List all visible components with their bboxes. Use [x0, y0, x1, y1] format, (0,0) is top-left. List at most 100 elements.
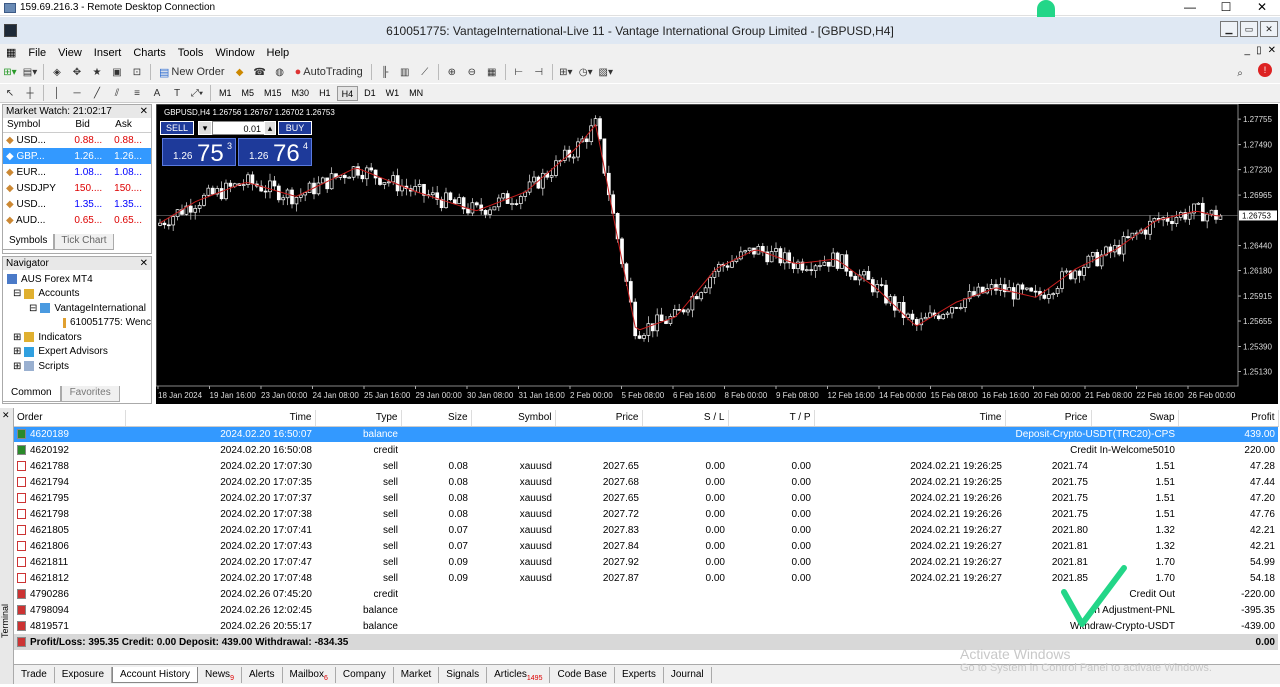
channel-icon[interactable]: ⫽	[108, 84, 126, 102]
history-row[interactable]: 4621805 2024.02.20 17:07:41 sell 0.07 xau…	[14, 522, 1278, 538]
history-col-header[interactable]: Profit	[1178, 410, 1279, 427]
sell-price-box[interactable]: 1.26 75 3	[162, 138, 236, 167]
history-col-header[interactable]: Price	[1005, 410, 1092, 427]
tab-news[interactable]: News9	[198, 666, 242, 683]
col-symbol[interactable]: Symbol	[3, 118, 72, 133]
menu-file[interactable]: File	[22, 47, 52, 59]
tab-symbols[interactable]: Symbols	[2, 234, 55, 250]
tf-h1[interactable]: H1	[315, 86, 335, 101]
arrows-icon[interactable]: ⤢▾	[188, 84, 206, 102]
line-chart-icon[interactable]: ⟋	[416, 63, 434, 81]
history-row[interactable]: 4620189 2024.02.20 16:50:07 balance Depos…	[14, 426, 1278, 442]
expand-icon[interactable]: ⊞	[13, 346, 21, 357]
nav-item-scripts[interactable]: ⊞ Scripts	[3, 359, 151, 374]
mdi-close-icon[interactable]: ✕	[1268, 45, 1276, 56]
tf-d1[interactable]: D1	[360, 86, 380, 101]
history-row[interactable]: 4621794 2024.02.20 17:07:35 sell 0.08 xau…	[14, 474, 1278, 490]
market-watch-row[interactable]: ◆ EUR... 1.08... 1.08...	[3, 164, 151, 180]
autoscroll-icon[interactable]: ⊢	[510, 63, 528, 81]
history-col-header[interactable]: Price	[555, 410, 643, 427]
lot-up-icon[interactable]: ▴	[264, 121, 276, 135]
maximize-button[interactable]: ☐	[1208, 0, 1244, 14]
tab-experts[interactable]: Experts	[615, 666, 664, 683]
close-button[interactable]: ✕	[1244, 0, 1280, 14]
market-watch-row[interactable]: ◆ USD... 1.35... 1.35...	[3, 196, 151, 212]
window-minimize-button[interactable]: ▁	[1220, 21, 1238, 37]
menu-window[interactable]: Window	[209, 47, 260, 59]
menu-tools[interactable]: Tools	[172, 47, 210, 59]
tf-h4[interactable]: H4	[336, 85, 359, 101]
autotrading-button[interactable]: ● AutoTrading	[291, 63, 367, 81]
bar-chart-icon[interactable]: ╟	[376, 63, 394, 81]
periods-icon[interactable]: ◷▾	[577, 63, 595, 81]
indicators-icon[interactable]: ⊞▾	[557, 63, 575, 81]
history-col-header[interactable]: Time	[814, 410, 1006, 427]
nav-item-server[interactable]: ⊟ VantageInternational	[3, 301, 151, 316]
tab-market[interactable]: Market	[394, 666, 440, 683]
signals-icon[interactable]: ◍	[271, 63, 289, 81]
history-row[interactable]: 4621798 2024.02.20 17:07:38 sell 0.08 xau…	[14, 506, 1278, 522]
tab-journal[interactable]: Journal	[664, 666, 712, 683]
search-icon[interactable]: ⌕	[1231, 64, 1249, 82]
history-row[interactable]: 4621788 2024.02.20 17:07:30 sell 0.08 xau…	[14, 458, 1278, 474]
tab-account-history[interactable]: Account History	[112, 666, 199, 683]
tab-trade[interactable]: Trade	[14, 666, 55, 683]
market-watch-row[interactable]: ◆ USD... 0.88... 0.88...	[3, 132, 151, 148]
history-row[interactable]: 4620192 2024.02.20 16:50:08 credit Credit…	[14, 442, 1278, 458]
profiles-icon[interactable]: ▤▾	[21, 63, 39, 81]
crosshair-icon[interactable]: ┼	[21, 84, 39, 102]
close-icon[interactable]: ✕	[140, 105, 148, 118]
menu-insert[interactable]: Insert	[88, 47, 128, 59]
terminal-icon[interactable]: ▣	[108, 63, 126, 81]
horizontal-line-icon[interactable]: ─	[68, 84, 86, 102]
collapse-icon[interactable]: ⊟	[29, 303, 37, 314]
vertical-line-icon[interactable]: │	[48, 84, 66, 102]
trendline-icon[interactable]: ╱	[88, 84, 106, 102]
window-restore-button[interactable]: ▭	[1240, 21, 1258, 37]
menu-view[interactable]: View	[52, 47, 88, 59]
close-icon[interactable]: ✕	[140, 257, 148, 270]
buy-button[interactable]: BUY	[278, 121, 312, 135]
menu-charts[interactable]: Charts	[127, 47, 171, 59]
new-chart-icon[interactable]: ⊞▾	[1, 63, 19, 81]
tile-windows-icon[interactable]: ▦	[483, 63, 501, 81]
history-col-header[interactable]: Time	[125, 410, 316, 427]
tab-code-base[interactable]: Code Base	[550, 666, 615, 683]
candles-icon[interactable]: ▥	[396, 63, 414, 81]
market-watch-icon[interactable]: ◈	[48, 63, 66, 81]
menu-help[interactable]: Help	[261, 47, 296, 59]
strategy-tester-icon[interactable]: ⊡	[128, 63, 146, 81]
text-icon[interactable]: A	[148, 84, 166, 102]
collapse-icon[interactable]: ⊟	[13, 288, 21, 299]
lot-size-input[interactable]: 0.01	[212, 121, 266, 135]
price-chart[interactable]: 1.27755 1.27490 1.27230 1.26965 1.26753 1.264…	[156, 104, 1278, 404]
tab-mailbox[interactable]: Mailbox6	[283, 666, 336, 683]
text-label-icon[interactable]: T	[168, 84, 186, 102]
sell-button[interactable]: SELL	[160, 121, 194, 135]
mdi-minimize-icon[interactable]: _	[1245, 45, 1251, 56]
minimize-button[interactable]: —	[1172, 0, 1208, 14]
mdi-restore-icon[interactable]: ▯	[1256, 45, 1262, 56]
metaeditor-icon[interactable]: ◆	[231, 63, 249, 81]
tf-mn[interactable]: MN	[405, 86, 427, 101]
lot-down-icon[interactable]: ▾	[198, 121, 212, 135]
tab-company[interactable]: Company	[336, 666, 394, 683]
data-window-icon[interactable]: ✥	[68, 63, 86, 81]
tab-favorites[interactable]: Favorites	[60, 386, 120, 402]
col-ask[interactable]: Ask	[111, 118, 151, 133]
history-col-header[interactable]: T / P	[728, 410, 815, 427]
history-col-header[interactable]: Type	[315, 410, 402, 427]
notification-icon[interactable]: !	[1258, 63, 1272, 77]
window-close-button[interactable]: ✕	[1260, 21, 1278, 37]
tf-m15[interactable]: M15	[260, 86, 286, 101]
tab-common[interactable]: Common	[2, 386, 61, 402]
tab-signals[interactable]: Signals	[439, 666, 488, 683]
navigator-icon[interactable]: ★	[88, 63, 106, 81]
tab-tick-chart[interactable]: Tick Chart	[54, 234, 114, 250]
chat-icon[interactable]: ☎	[251, 63, 269, 81]
nav-item-accounts[interactable]: ⊟ Accounts	[3, 287, 151, 302]
close-icon[interactable]: ✕	[2, 410, 10, 421]
cursor-icon[interactable]: ↖	[1, 84, 19, 102]
market-watch-row[interactable]: ◆ GBP... 1.26... 1.26...	[3, 148, 151, 164]
nav-item-experts[interactable]: ⊞ Expert Advisors	[3, 345, 151, 360]
